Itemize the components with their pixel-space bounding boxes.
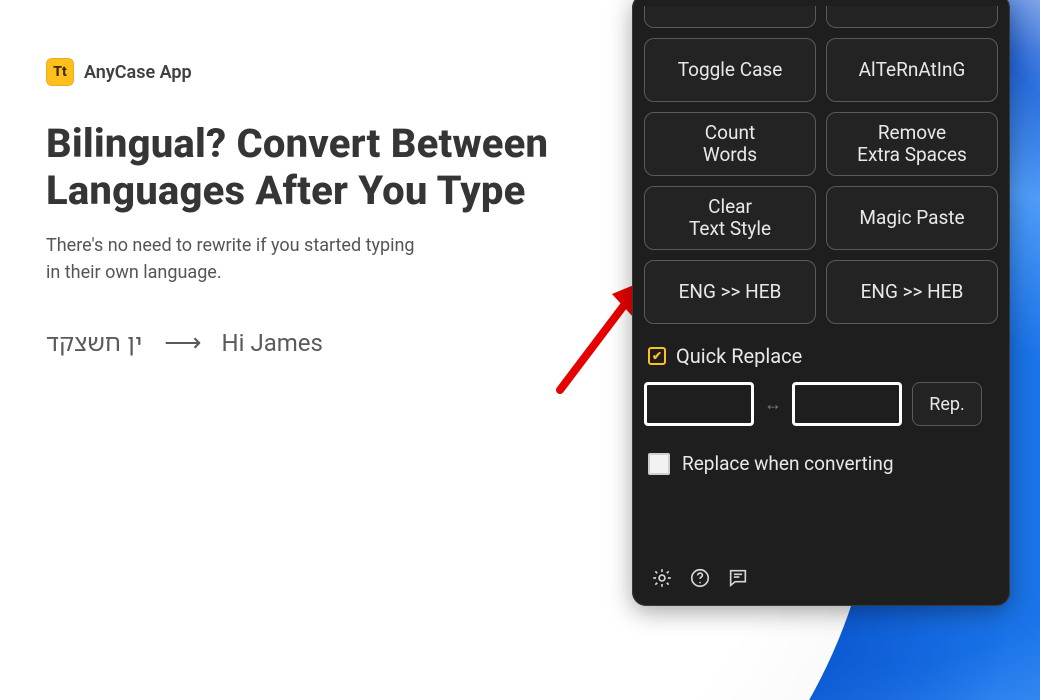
clear-text-style-button[interactable]: ClearText Style <box>644 186 816 250</box>
panel-button-stub[interactable] <box>644 6 816 28</box>
count-words-button[interactable]: CountWords <box>644 112 816 176</box>
feedback-icon[interactable] <box>726 566 750 590</box>
app-brand: Tt AnyCase App <box>46 58 566 86</box>
swap-icon[interactable]: ↔ <box>764 394 782 415</box>
eng-to-heb-button-2[interactable]: ENG >> HEB <box>826 260 998 324</box>
replace-when-converting-label: Replace when converting <box>682 452 894 475</box>
conversion-example: ין חשצקד ⟶ Hi James <box>46 326 566 359</box>
quick-replace-title: Quick Replace <box>676 344 802 368</box>
remove-extra-spaces-button[interactable]: RemoveExtra Spaces <box>826 112 998 176</box>
gear-icon[interactable] <box>650 566 674 590</box>
app-name: AnyCase App <box>84 62 192 83</box>
decorative-dot <box>420 580 458 618</box>
app-logo-icon: Tt <box>46 58 74 86</box>
replace-button[interactable]: Rep. <box>912 382 982 426</box>
eng-to-heb-button[interactable]: ENG >> HEB <box>644 260 816 324</box>
example-result: Hi James <box>222 329 323 357</box>
help-icon[interactable] <box>688 566 712 590</box>
alternating-button[interactable]: AlTeRnAtInG <box>826 38 998 102</box>
decorative-dot <box>454 614 500 660</box>
quick-replace-checkbox[interactable] <box>648 347 666 365</box>
replace-input[interactable] <box>792 382 902 426</box>
page-headline: Bilingual? Convert Between Languages Aft… <box>46 120 566 214</box>
example-source: ין חשצקד <box>46 326 142 359</box>
anycase-tool-panel: Toggle Case AlTeRnAtInG CountWords Remov… <box>632 0 1010 606</box>
magic-paste-button[interactable]: Magic Paste <box>826 186 998 250</box>
arrow-right-icon: ⟶ <box>164 328 199 358</box>
page-subhead: There's no need to rewrite if you starte… <box>46 232 426 286</box>
find-input[interactable] <box>644 382 754 426</box>
toggle-case-button[interactable]: Toggle Case <box>644 38 816 102</box>
panel-button-stub[interactable] <box>826 6 998 28</box>
replace-when-converting-checkbox[interactable] <box>648 453 670 475</box>
